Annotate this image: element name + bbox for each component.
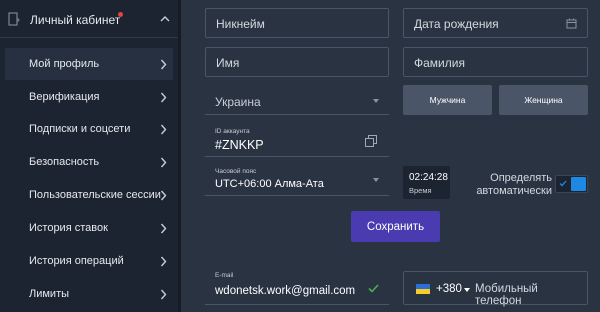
sidebar-item-label: Мой профиль — [29, 58, 100, 70]
ukraine-flag-icon[interactable] — [416, 284, 430, 294]
sidebar-item-security[interactable]: Безопасность — [5, 146, 173, 178]
country-select[interactable]: Украина — [205, 87, 389, 115]
sidebar-header[interactable]: Личный кабинет — [0, 0, 178, 38]
toggle-knob — [571, 177, 586, 191]
sidebar-item-label: Подписки и соцсети — [29, 123, 131, 135]
email-value: wdonetsk.work@gmail.com — [215, 285, 356, 297]
check-icon — [368, 284, 379, 293]
chevron-right-icon — [160, 223, 167, 234]
birthdate-placeholder: Дата рождения — [414, 17, 499, 31]
sidebar-item-verification[interactable]: Верификация — [5, 81, 173, 113]
dropdown-arrow-icon — [373, 177, 379, 182]
sidebar-item-label: История операций — [29, 255, 124, 267]
calendar-icon[interactable] — [566, 18, 577, 29]
sidebar: Личный кабинет Мой профиль Верификация П… — [0, 0, 178, 312]
check-icon — [559, 180, 567, 187]
chevron-right-icon — [160, 256, 167, 267]
account-id-value: #ZNKKP — [215, 138, 264, 152]
surname-placeholder: Фамилия — [414, 56, 465, 70]
chevron-right-icon — [160, 289, 167, 300]
email-field[interactable]: E-mail wdonetsk.work@gmail.com — [205, 268, 389, 305]
country-value: Украина — [215, 95, 261, 109]
sidebar-item-operations-history[interactable]: История операций — [5, 245, 173, 277]
email-label: E-mail — [215, 272, 234, 279]
gender-male-button[interactable]: Мужчина — [403, 85, 492, 115]
phone-field[interactable]: +380 Мобильный телефон — [403, 271, 588, 307]
time-label: Время — [409, 186, 432, 195]
timezone-label: Часовой пояс — [215, 168, 257, 175]
save-button[interactable]: Сохранить — [351, 211, 440, 242]
phone-code[interactable]: +380 — [436, 283, 462, 295]
chevron-right-icon — [160, 190, 167, 201]
name-field[interactable]: Имя — [205, 47, 389, 77]
chevron-right-icon — [160, 92, 167, 103]
auto-detect-toggle[interactable] — [555, 175, 588, 193]
nickname-placeholder: Никнейм — [216, 17, 265, 31]
copy-icon[interactable] — [365, 135, 377, 147]
sidebar-item-label: Лимиты — [29, 288, 70, 300]
sidebar-item-subscriptions[interactable]: Подписки и соцсети — [5, 113, 173, 145]
timezone-value: UTC+06:00 Алма-Ата — [215, 178, 324, 190]
sidebar-item-label: Пользовательские сессии — [29, 189, 161, 201]
caret-down-icon[interactable] — [464, 288, 470, 292]
sidebar-item-label: История ставок — [29, 222, 108, 234]
auto-detect-line1: Определять — [490, 172, 552, 184]
document-icon — [8, 12, 20, 26]
account-id-label: ID аккаунта — [215, 128, 250, 135]
surname-field[interactable]: Фамилия — [403, 47, 588, 77]
sidebar-item-bet-history[interactable]: История ставок — [5, 212, 173, 244]
auto-detect-label: Определять автоматически — [468, 172, 552, 198]
nickname-field[interactable]: Никнейм — [205, 8, 389, 38]
chevron-right-icon — [160, 157, 167, 168]
sidebar-item-limits[interactable]: Лимиты — [5, 278, 173, 310]
auto-detect-line2: автоматически — [476, 185, 552, 197]
sidebar-item-label: Безопасность — [29, 156, 100, 168]
birthdate-field[interactable]: Дата рождения — [403, 8, 588, 38]
notification-dot — [118, 12, 123, 17]
phone-placeholder: Мобильный телефон — [475, 283, 538, 307]
sidebar-title: Личный кабинет — [30, 13, 121, 27]
chevron-right-icon — [160, 124, 167, 135]
account-id-field: ID аккаунта #ZNKKP — [205, 124, 389, 157]
sidebar-scrollbar[interactable] — [178, 0, 181, 312]
dropdown-arrow-icon — [373, 98, 379, 103]
timezone-select[interactable]: Часовой пояс UTC+06:00 Алма-Ата — [205, 164, 389, 196]
chevron-up-icon[interactable] — [160, 15, 170, 22]
sidebar-item-sessions[interactable]: Пользовательские сессии — [5, 179, 173, 211]
sidebar-item-my-profile[interactable]: Мой профиль — [5, 48, 173, 80]
sidebar-item-label: Верификация — [29, 91, 100, 103]
time-value: 02:24:28 — [409, 172, 448, 183]
name-placeholder: Имя — [216, 56, 240, 70]
current-time: 02:24:28 Время — [403, 166, 450, 199]
gender-female-button[interactable]: Женщина — [499, 85, 588, 115]
chevron-right-icon — [160, 59, 167, 70]
